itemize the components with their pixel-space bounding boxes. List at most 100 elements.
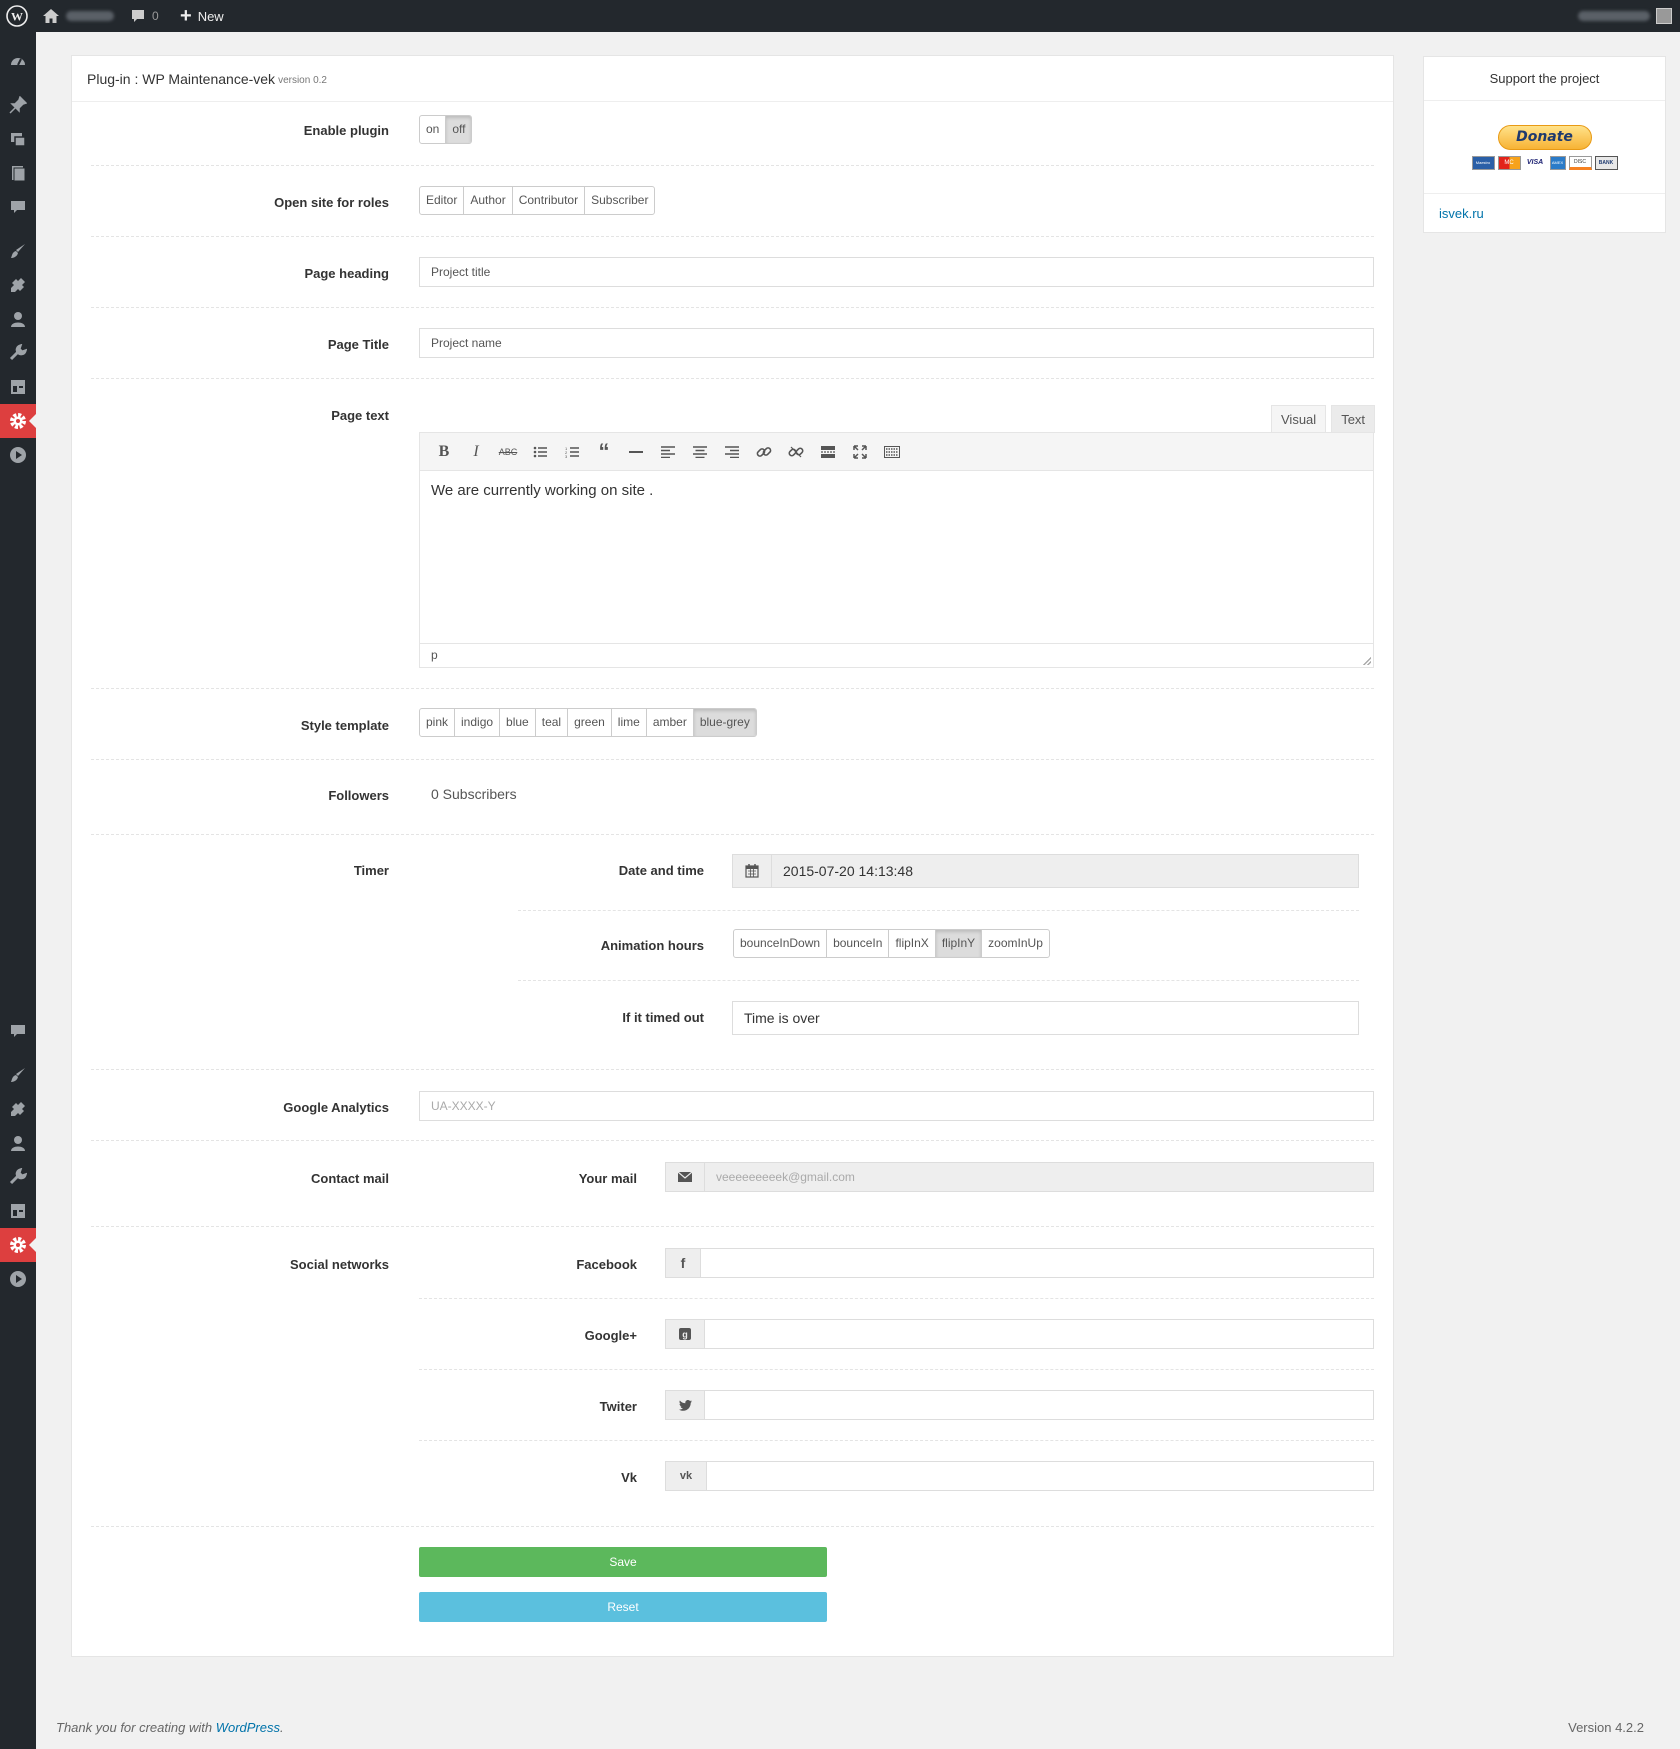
comment-icon — [11, 1025, 25, 1037]
google-plus-input[interactable] — [704, 1319, 1374, 1349]
google-plus-label: Google+ — [584, 1328, 637, 1343]
new-label: New — [197, 8, 224, 24]
menu-media[interactable] — [0, 122, 36, 156]
menu-posts[interactable] — [0, 88, 36, 122]
anim-bouncein[interactable]: bounceIn — [827, 930, 890, 957]
divider — [91, 1140, 1374, 1141]
menu-maintenance-active[interactable] — [0, 404, 36, 438]
admin-sidebar — [0, 32, 36, 1749]
menu-appearance[interactable] — [0, 234, 36, 268]
menu-tools[interactable] — [0, 336, 36, 370]
menu-settings-panel-2[interactable] — [0, 1194, 36, 1228]
divider — [419, 1369, 1374, 1370]
donate-button[interactable]: Donate — [1497, 124, 1592, 150]
google-analytics-input[interactable]: UA-XXXX-Y — [419, 1091, 1374, 1121]
pages-icon — [12, 166, 26, 182]
svg-text:W: W — [11, 10, 23, 24]
anim-flipiny[interactable]: flipInY — [935, 930, 983, 957]
timeout-label: If it timed out — [622, 1010, 704, 1025]
plugin-icon — [11, 278, 25, 292]
style-green[interactable]: green — [568, 709, 612, 736]
site-name-blurred — [66, 11, 114, 21]
bank-card-icon: BANK — [1594, 155, 1618, 170]
menu-plugins[interactable] — [0, 268, 36, 302]
plugin-icon — [11, 1102, 25, 1116]
style-amber[interactable]: amber — [647, 709, 694, 736]
menu-appearance-2[interactable] — [0, 1058, 36, 1092]
plus-icon: + — [180, 5, 192, 27]
amex-card-icon: AMEX — [1549, 155, 1566, 170]
followers-count: 0 Subscribers — [431, 786, 517, 802]
facebook-label: Facebook — [576, 1257, 637, 1272]
anim-bounceindown[interactable]: bounceInDown — [734, 930, 828, 957]
divider — [91, 1526, 1374, 1527]
comments-link[interactable]: 0 — [130, 0, 159, 32]
date-time-input[interactable]: 2015-07-20 14:13:48 — [771, 854, 1359, 888]
howdy-user-blurred — [1578, 11, 1650, 21]
animation-hours-label: Animation hours — [600, 938, 704, 953]
style-pink[interactable]: pink — [420, 709, 456, 736]
site-name-link[interactable] — [42, 0, 114, 32]
admin-bar: W 0 + New — [0, 0, 1680, 32]
wordpress-link[interactable]: WordPress — [216, 1720, 280, 1735]
payment-cards: Maestro MC VISA AMEX DISC BANK — [1471, 155, 1618, 170]
divider — [91, 834, 1374, 835]
visa-card-icon: VISA — [1523, 155, 1547, 170]
divider — [518, 980, 1359, 981]
home-icon — [43, 9, 59, 23]
brush-icon — [11, 244, 25, 258]
comment-icon — [132, 10, 144, 22]
timer-label: Timer — [353, 863, 389, 878]
menu-dashboard[interactable] — [0, 44, 36, 78]
menu-tools-2[interactable] — [0, 1160, 36, 1194]
style-template-group: pink indigo blue teal green lime amber b… — [419, 708, 757, 737]
new-content-link[interactable]: + New — [180, 0, 224, 32]
account-menu[interactable] — [1578, 0, 1672, 32]
menu-pages[interactable] — [0, 156, 36, 190]
menu-comments-2[interactable] — [0, 1014, 36, 1048]
anim-zoominup[interactable]: zoomInUp — [982, 930, 1049, 957]
contact-mail-label: Contact mail — [310, 1171, 389, 1186]
vk-label: Vk — [621, 1470, 637, 1485]
isvek-link[interactable]: isvek.ru — [1424, 194, 1665, 233]
menu-users[interactable] — [0, 302, 36, 336]
layout-icon — [11, 1204, 25, 1218]
anim-flipinx[interactable]: flipInX — [889, 930, 936, 957]
menu-media-player[interactable] — [0, 438, 36, 472]
google-analytics-label: Google Analytics — [283, 1100, 389, 1115]
save-button[interactable]: Save — [419, 1547, 827, 1577]
support-widget: Support the project Donate Maestro MC VI… — [1423, 56, 1666, 233]
reset-button[interactable]: Reset — [419, 1592, 827, 1622]
brush-icon — [11, 1068, 25, 1082]
twitter-input[interactable] — [704, 1390, 1374, 1420]
style-blue[interactable]: blue — [500, 709, 536, 736]
style-teal[interactable]: teal — [536, 709, 569, 736]
donate-area: Donate Maestro MC VISA AMEX DISC BANK — [1424, 101, 1665, 194]
play-icon — [10, 447, 26, 463]
calendar-icon[interactable] — [732, 854, 772, 888]
menu-plugins-2[interactable] — [0, 1092, 36, 1126]
google-plus-icon: g — [665, 1319, 705, 1349]
menu-maintenance-active-2[interactable] — [0, 1228, 36, 1262]
your-mail-input[interactable]: veeeeeeeeek@gmail.com — [704, 1162, 1374, 1192]
style-blue-grey[interactable]: blue-grey — [693, 709, 756, 736]
footer-thanks-suffix: . — [280, 1720, 284, 1735]
timeout-input[interactable]: Time is over — [732, 1001, 1359, 1035]
wordpress-logo-icon[interactable]: W — [6, 0, 28, 32]
style-indigo[interactable]: indigo — [455, 709, 501, 736]
media-icon — [11, 133, 26, 147]
vk-input[interactable] — [706, 1461, 1374, 1491]
facebook-input[interactable] — [700, 1248, 1374, 1278]
menu-settings-panel[interactable] — [0, 370, 36, 404]
divider — [91, 1226, 1374, 1227]
menu-media-player-2[interactable] — [0, 1262, 36, 1296]
menu-users-2[interactable] — [0, 1126, 36, 1160]
wrench-icon — [9, 1168, 27, 1185]
user-icon — [11, 312, 25, 327]
style-lime[interactable]: lime — [612, 709, 647, 736]
twitter-icon — [665, 1390, 705, 1420]
followers-label: Followers — [328, 788, 389, 803]
menu-comments[interactable] — [0, 190, 36, 224]
wrench-icon — [9, 344, 27, 361]
social-networks-label: Social networks — [290, 1257, 389, 1272]
